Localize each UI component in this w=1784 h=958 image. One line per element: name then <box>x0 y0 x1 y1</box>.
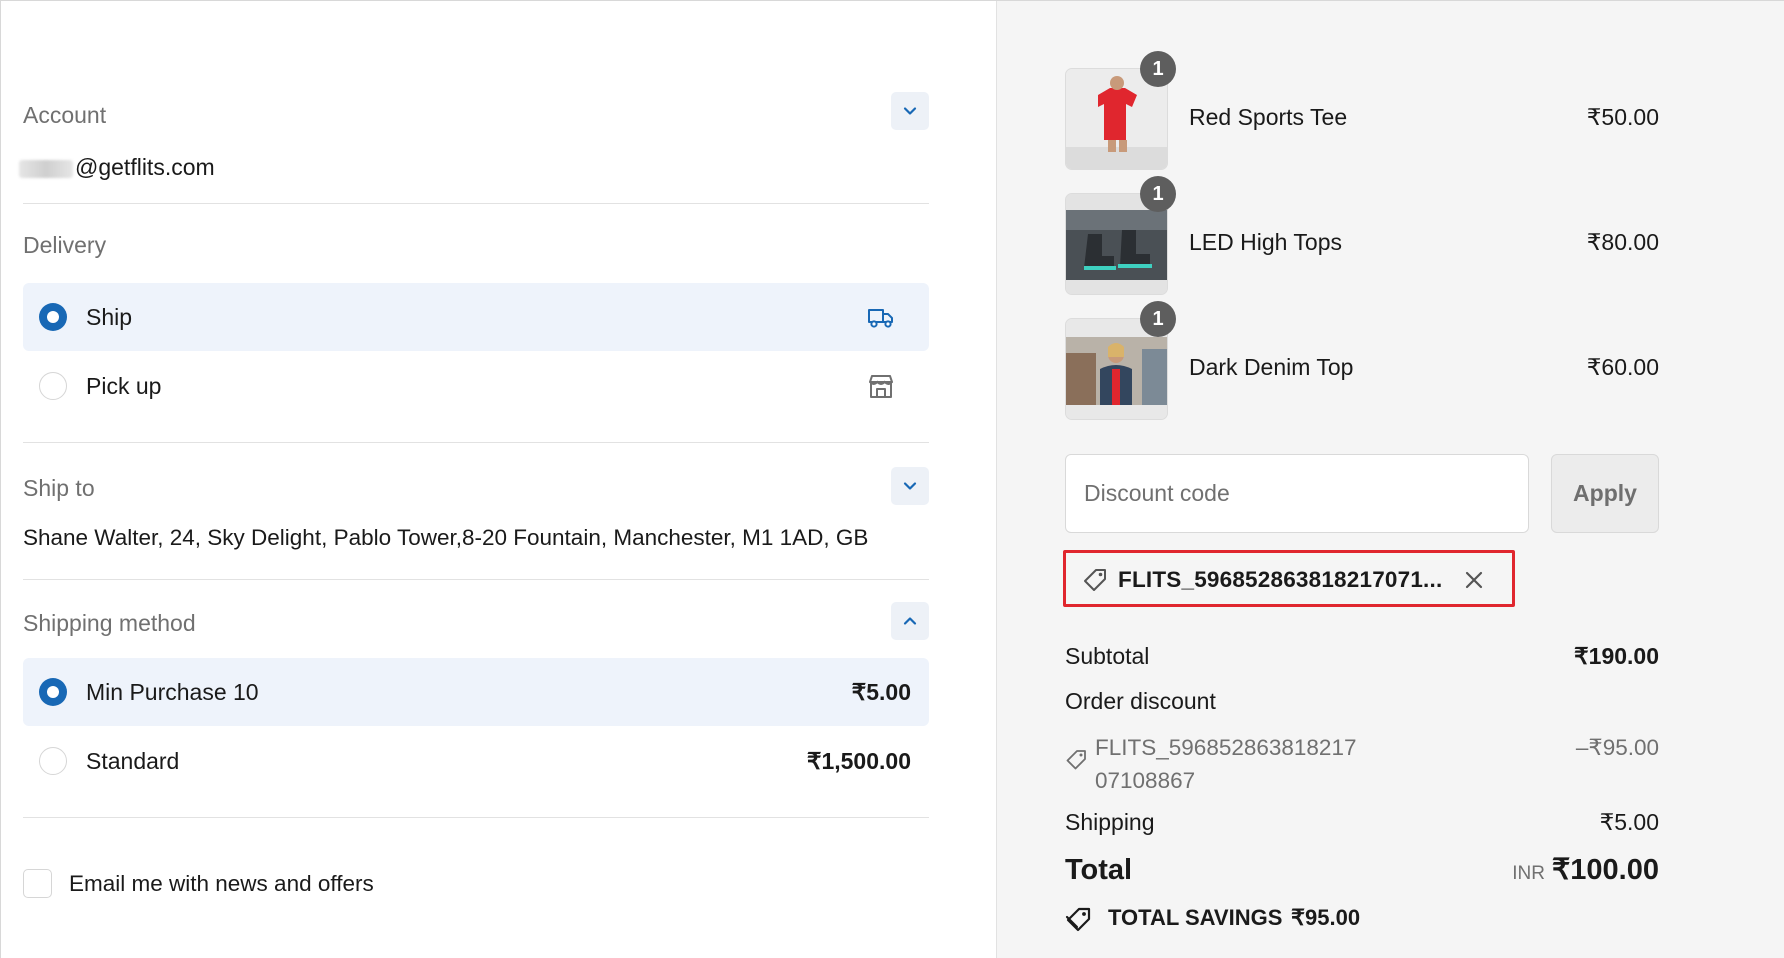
total-savings-row: TOTAL SAVINGS ₹95.00 <box>1065 903 1659 935</box>
min-purchase-radio[interactable] <box>39 678 67 706</box>
pickup-label: Pick up <box>86 373 162 399</box>
cart-item: 1 LED High Tops ₹80.00 <box>1065 176 1659 295</box>
tag-icon <box>1066 750 1086 770</box>
tag-icon <box>1084 569 1106 591</box>
subtotal-label: Subtotal <box>1065 643 1150 669</box>
product-price: ₹80.00 <box>1586 229 1659 255</box>
delivery-option-pickup[interactable]: Pick up <box>23 352 929 420</box>
ship-label: Ship <box>86 304 133 330</box>
truck-icon <box>868 309 893 328</box>
delivery-label: Delivery <box>23 232 107 258</box>
account-label: Account <box>23 102 107 128</box>
quantity-badge: 1 <box>1140 301 1176 337</box>
total-savings-value: ₹95.00 <box>1291 905 1361 930</box>
applied-discount-code: FLITS_596852863818217071... <box>1118 567 1443 592</box>
order-discount-amount: –₹95.00 <box>1575 735 1659 760</box>
standard-label: Standard <box>86 748 180 774</box>
newsletter-checkbox[interactable] <box>23 869 52 898</box>
quantity-badge: 1 <box>1140 176 1176 212</box>
cart-item: 1 Red Sports Tee ₹50.00 <box>1065 51 1659 170</box>
cart-item: 1 Dark Denim Top ₹60.00 <box>1065 301 1659 420</box>
divider <box>23 817 929 818</box>
shipping-option-standard[interactable]: Standard ₹1,500.00 <box>23 727 929 795</box>
total-savings-label: TOTAL SAVINGS <box>1108 905 1283 930</box>
ship-to-section-header: Ship to <box>23 467 929 507</box>
newsletter-option[interactable]: Email me with news and offers <box>23 867 523 903</box>
divider <box>23 203 929 204</box>
delivery-option-ship[interactable]: Ship <box>23 283 929 351</box>
subtotal-value: ₹190.00 <box>1574 643 1659 669</box>
shipping-method-collapse-button[interactable] <box>891 602 929 640</box>
standard-radio[interactable] <box>39 747 67 775</box>
chevron-up-icon <box>903 617 917 625</box>
ship-to-address: Shane Walter, 24, Sky Delight, Pablo Tow… <box>23 525 869 550</box>
ship-radio[interactable] <box>39 303 67 331</box>
shipping-method-section-header: Shipping method <box>23 602 929 642</box>
checkout-page: Account @getflits.com Delivery Ship Pick… <box>0 0 1784 958</box>
apply-discount-button[interactable]: Apply <box>1551 454 1659 533</box>
discount-code-input[interactable] <box>1065 454 1529 533</box>
product-name: Dark Denim Top <box>1189 354 1354 380</box>
account-section-header: Account <box>23 92 929 132</box>
product-name: Red Sports Tee <box>1189 104 1348 130</box>
ship-to-label: Ship to <box>23 475 95 501</box>
shipping-option-min-purchase[interactable]: Min Purchase 10 ₹5.00 <box>23 658 929 726</box>
shipping-method-label: Shipping method <box>23 610 196 636</box>
shipping-value: ₹5.00 <box>1599 809 1659 835</box>
divider <box>23 442 929 443</box>
divider <box>23 579 929 580</box>
chevron-down-icon <box>903 482 917 490</box>
tag-icon <box>1065 907 1091 932</box>
store-icon <box>869 375 893 398</box>
account-expand-button[interactable] <box>891 92 929 130</box>
account-email: @getflits.com <box>19 151 215 183</box>
order-discount-detail: FLITS_59685286381821707108867 –₹95.00 <box>1065 731 1659 795</box>
ship-to-expand-button[interactable] <box>891 467 929 505</box>
product-name: LED High Tops <box>1189 229 1342 255</box>
chevron-down-icon <box>903 107 917 115</box>
min-purchase-label: Min Purchase 10 <box>86 679 259 705</box>
product-price: ₹50.00 <box>1586 104 1659 130</box>
close-icon[interactable] <box>1462 568 1486 592</box>
redacted-email-prefix <box>19 159 73 178</box>
product-price: ₹60.00 <box>1586 354 1659 380</box>
total-row: Total INR ₹100.00 <box>1065 854 1659 890</box>
applied-discount-chip: FLITS_596852863818217071... <box>1063 550 1515 607</box>
total-value: ₹100.00 <box>1551 854 1659 886</box>
total-label: Total <box>1065 854 1133 886</box>
shipping-label: Shipping <box>1065 809 1155 835</box>
quantity-badge: 1 <box>1140 51 1176 87</box>
newsletter-label: Email me with news and offers <box>69 871 374 896</box>
currency-code: INR <box>1512 863 1545 884</box>
checkout-form: Account @getflits.com Delivery Ship Pick… <box>1 1 996 958</box>
pickup-radio[interactable] <box>39 372 67 400</box>
order-discount-code: FLITS_59685286381821707108867 <box>1095 735 1357 793</box>
order-discount-label: Order discount <box>1065 688 1216 714</box>
min-purchase-price: ₹5.00 <box>851 679 911 705</box>
standard-price: ₹1,500.00 <box>806 748 911 774</box>
order-summary: 1 Red Sports Tee ₹50.00 1 LED High Tops … <box>996 1 1784 958</box>
